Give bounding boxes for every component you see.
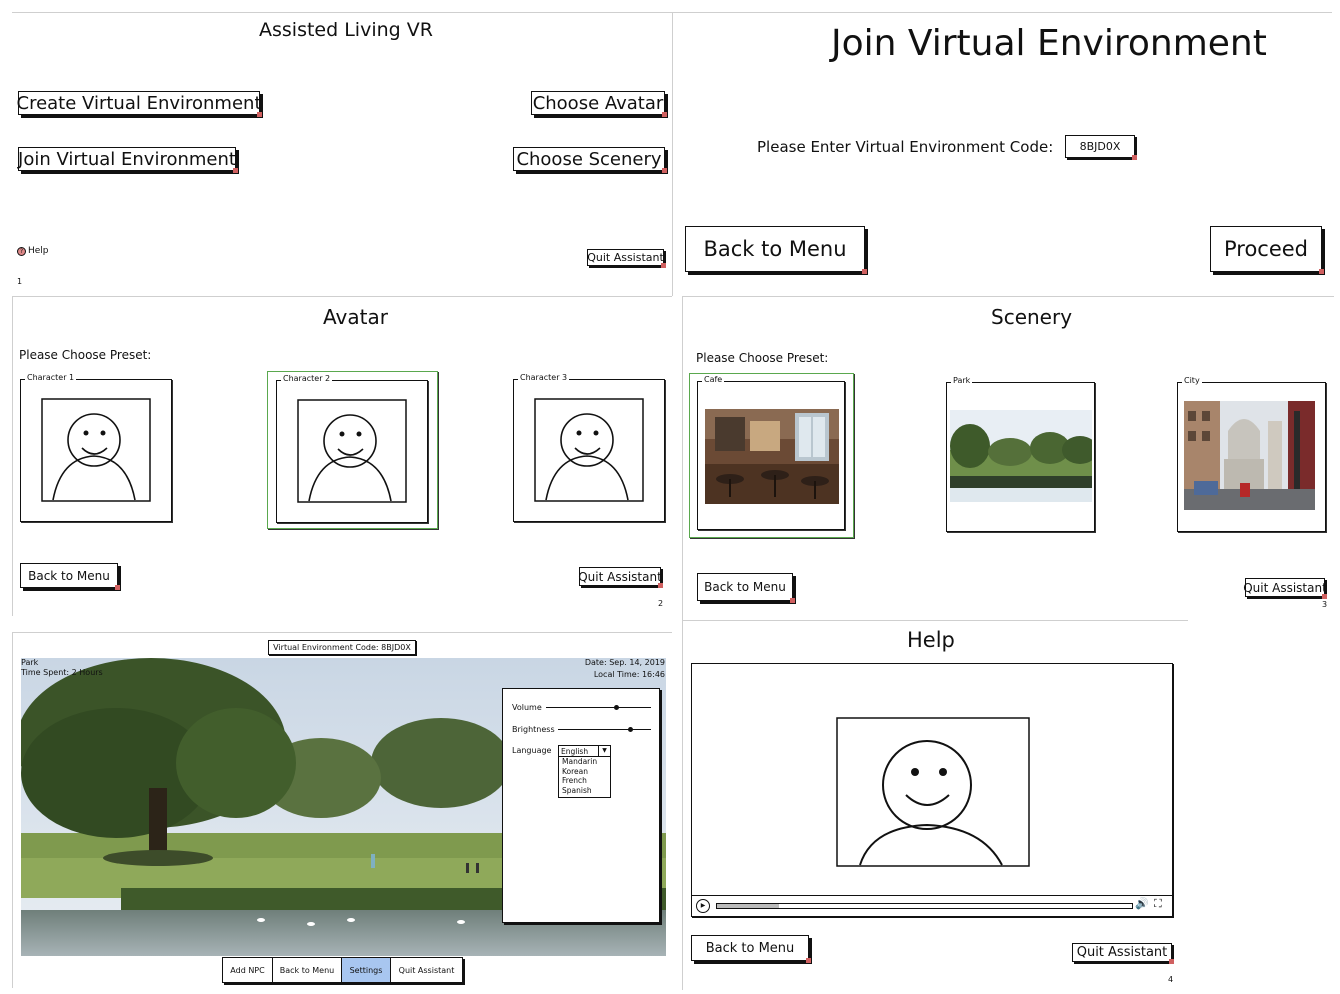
preset-prompt: Please Choose Preset: — [696, 351, 829, 365]
quit-assistant-button[interactable]: Quit Assistant — [391, 958, 463, 982]
language-option[interactable]: Korean — [559, 767, 610, 777]
proceed-button[interactable]: Proceed — [1210, 226, 1324, 274]
video-controls: ▶ 🔊 ⛶ — [692, 895, 1172, 916]
environment-code-banner: Virtual Environment Code: 8BJD0X — [268, 640, 416, 655]
help-link[interactable]: ? Help — [17, 246, 49, 256]
volume-icon[interactable]: 🔊 — [1135, 897, 1149, 910]
create-environment-button[interactable]: Create Virtual Environment — [17, 91, 262, 117]
add-npc-button[interactable]: Add NPC — [223, 958, 273, 982]
page-title: Join Virtual Environment — [831, 23, 1267, 64]
language-selected: English — [561, 747, 589, 756]
brightness-slider[interactable] — [558, 727, 651, 732]
avatar-preset-card[interactable]: Character 1 — [20, 373, 172, 522]
settings-button[interactable]: Settings — [342, 958, 391, 982]
help-icon: ? — [17, 246, 26, 256]
avatar-preset-card-selected[interactable]: Character 2 — [267, 371, 438, 529]
play-icon[interactable]: ▶ — [696, 899, 710, 913]
fullscreen-icon[interactable]: ⛶ — [1154, 897, 1162, 911]
video-player: ▶ 🔊 ⛶ — [691, 663, 1173, 917]
code-input[interactable]: 8BJD0X — [1065, 135, 1137, 160]
back-to-menu-button[interactable]: Back to Menu — [273, 958, 342, 982]
video-progress-fill — [717, 904, 780, 908]
preset-label: Character 3 — [518, 373, 570, 382]
scenery-preset-card[interactable]: Park — [946, 376, 1095, 532]
cafe-photo — [705, 409, 839, 504]
preset-prompt: Please Choose Preset: — [19, 348, 152, 362]
brightness-label: Brightness — [512, 725, 555, 734]
quit-assistant-button[interactable]: Quit Assistant — [1072, 943, 1174, 964]
join-panel: Join Virtual Environment Please Enter Vi… — [672, 12, 1332, 296]
page-number: 1 — [17, 277, 23, 286]
bottom-toolbar: Add NPC Back to Menu Settings Quit Assis… — [222, 957, 463, 983]
page-title: Scenery — [991, 305, 1073, 329]
time-spent-label: Time Spent: 2 Hours — [21, 668, 103, 677]
preset-label: Character 2 — [281, 374, 333, 383]
main-menu-panel: Assisted Living VR Create Virtual Enviro… — [12, 12, 672, 296]
page-number: 2 — [658, 599, 664, 608]
preset-label: Cafe — [702, 375, 725, 384]
quit-assistant-button[interactable]: Quit Assistant — [587, 249, 666, 268]
page-title: Avatar — [323, 305, 388, 329]
code-label: Please Enter Virtual Environment Code: — [757, 138, 1054, 156]
preset-label: City — [1182, 376, 1202, 385]
park-photo — [950, 410, 1092, 502]
back-to-menu-button[interactable]: Back to Menu — [685, 226, 867, 274]
page-title: Help — [907, 628, 955, 652]
settings-panel: Volume Brightness Language English ▼ Man… — [502, 688, 660, 923]
page-title: Assisted Living VR — [259, 19, 433, 41]
back-to-menu-button[interactable]: Back to Menu — [691, 935, 811, 963]
help-panel: Help ▶ 🔊 ⛶ Back to Menu Quit Assistant 4 — [682, 620, 1188, 990]
avatar-placeholder-icon — [836, 717, 1030, 867]
video-progress-bar[interactable] — [716, 903, 1133, 909]
scenery-preset-card[interactable]: City — [1177, 376, 1326, 532]
language-option[interactable]: French — [559, 776, 610, 786]
avatar-preset-card[interactable]: Character 3 — [513, 373, 665, 522]
choose-avatar-button[interactable]: Choose Avatar — [531, 91, 667, 117]
back-to-menu-button[interactable]: Back to Menu — [20, 563, 120, 590]
scenery-panel: Scenery Please Choose Preset: Cafe Park … — [682, 296, 1334, 620]
quit-assistant-button[interactable]: Quit Assistant — [1243, 578, 1327, 599]
avatar-placeholder-icon — [297, 399, 407, 503]
quit-assistant-button[interactable]: Quit Assistant — [578, 567, 663, 588]
avatar-inner-frame: Character 2 — [276, 374, 428, 523]
scenery-preset-card-selected[interactable]: Cafe — [689, 373, 854, 538]
avatar-panel: Avatar Please Choose Preset: Character 1… — [12, 296, 672, 616]
join-environment-button[interactable]: Join Virtual Environment — [18, 147, 238, 173]
language-label: Language — [512, 746, 552, 755]
choose-scenery-button[interactable]: Choose Scenery — [513, 147, 667, 173]
chevron-down-icon: ▼ — [598, 746, 610, 756]
preset-label: Character 1 — [25, 373, 77, 382]
page-number: 4 — [1168, 975, 1174, 984]
volume-slider[interactable] — [546, 705, 651, 710]
volume-label: Volume — [512, 703, 542, 712]
help-label: Help — [28, 246, 49, 256]
date-label: Date: Sep. 14, 2019 — [584, 658, 665, 667]
brightness-slider-thumb[interactable] — [627, 727, 633, 732]
back-to-menu-button[interactable]: Back to Menu — [697, 573, 795, 603]
language-option[interactable]: Mandarin — [559, 757, 610, 767]
avatar-placeholder-icon — [41, 398, 151, 502]
scenery-inner-frame: Cafe — [697, 375, 845, 530]
avatar-placeholder-icon — [534, 398, 644, 502]
language-option[interactable]: Spanish — [559, 786, 610, 796]
page-number: 3 — [1322, 600, 1328, 609]
volume-slider-thumb[interactable] — [614, 705, 620, 710]
preset-label: Park — [951, 376, 973, 385]
location-label: Park — [21, 658, 39, 667]
language-options-list[interactable]: Mandarin Korean French Spanish — [558, 756, 611, 798]
city-photo — [1184, 401, 1315, 510]
local-time-label: Local Time: 16:46 — [593, 670, 665, 679]
environment-panel: Virtual Environment Code: 8BJD0X Park Ti… — [12, 632, 672, 988]
